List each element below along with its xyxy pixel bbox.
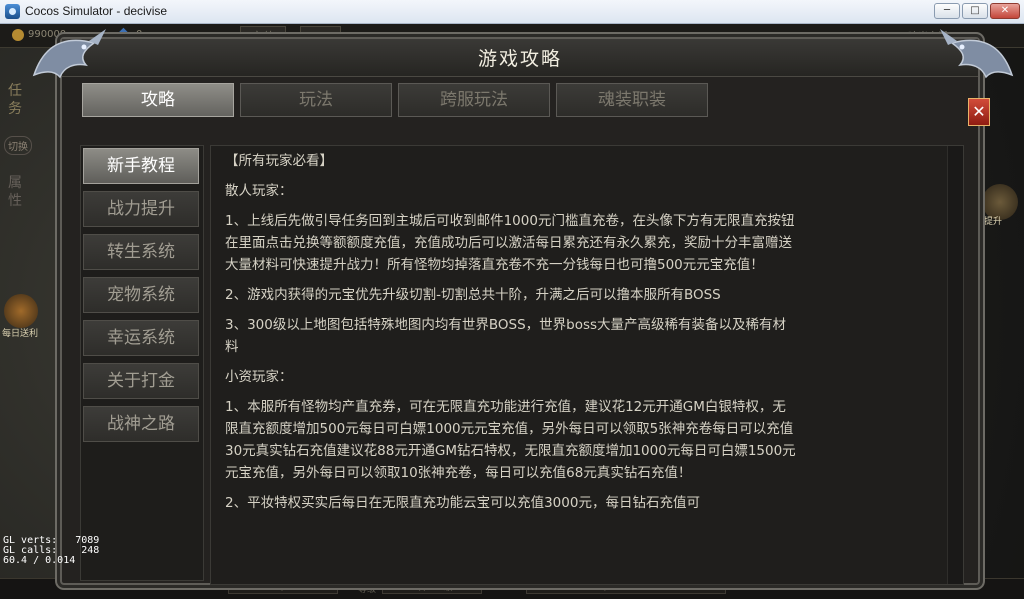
section-spender-title: 小资玩家：: [225, 369, 293, 385]
left-hud: 任务 切换 属性 每日送利: [0, 64, 40, 484]
tab-gameplay[interactable]: 玩法: [240, 83, 392, 117]
dialog-titlebar: 游戏攻略: [62, 39, 978, 77]
attributes-button[interactable]: 属性: [8, 174, 24, 210]
gold-coin-icon: [12, 29, 24, 41]
dragon-ornament-left-icon: [32, 29, 106, 79]
window-titlebar: Cocos Simulator - decivise ─ □ ✕: [0, 0, 1024, 24]
solo-tip-2: 2、游戏内获得的元宝优先升级切割-切割总共十阶，升满之后可以撸本服所有BOSS: [225, 287, 721, 303]
daily-gift-icon[interactable]: [4, 294, 38, 328]
content-scrollbar[interactable]: [947, 146, 963, 584]
daily-gift-label: 每日送利: [2, 329, 39, 339]
menu-item-power-up[interactable]: 战力提升: [83, 191, 199, 227]
dialog-close-button[interactable]: ✕: [968, 98, 990, 126]
menu-item-luck[interactable]: 幸运系统: [83, 320, 199, 356]
switch-button[interactable]: 切换: [4, 136, 32, 155]
menu-item-pet[interactable]: 宠物系统: [83, 277, 199, 313]
menu-item-war-god-road[interactable]: 战神之路: [83, 406, 199, 442]
gl-fps: 60.4 / 0.014: [3, 555, 76, 566]
guide-text: 【所有玩家必看】 散人玩家： 1、上线后先做引导任务回到主城后可收到邮件1000…: [225, 150, 797, 522]
spender-tip-1: 1、本服所有怪物均产直充券，可在无限直充功能进行充值，建议花12元开通GM白银特…: [225, 399, 796, 481]
tab-crossserver[interactable]: 跨服玩法: [398, 83, 550, 117]
section-solo-title: 散人玩家：: [225, 183, 293, 199]
dragon-ornament-right-icon: [940, 29, 1014, 79]
tab-strategy[interactable]: 攻略: [82, 83, 234, 117]
dialog-title: 游戏攻略: [477, 48, 562, 70]
menu-item-rebirth[interactable]: 转生系统: [83, 234, 199, 270]
right-hud: 提升: [982, 184, 1024, 244]
menu-item-gold-farming[interactable]: 关于打金: [83, 363, 199, 399]
gl-stats: GL verts: 7089 GL calls: 248 60.4 / 0.01…: [3, 536, 99, 566]
promote-label: 提升: [984, 217, 1003, 227]
menu-item-beginner-tutorial[interactable]: 新手教程: [83, 148, 199, 184]
guide-content-panel[interactable]: 【所有玩家必看】 散人玩家： 1、上线后先做引导任务回到主城后可收到邮件1000…: [210, 145, 964, 585]
solo-tip-3: 3、300级以上地图包括特殊地图内均有世界BOSS，世界boss大量产高级稀有装…: [225, 317, 787, 355]
guide-menu-panel: 新手教程 战力提升 转生系统 宠物系统 幸运系统 关于打金 战神之路: [80, 145, 204, 581]
content-header: 【所有玩家必看】: [225, 153, 333, 169]
simulator-window: Cocos Simulator - decivise ─ □ ✕ 990000 …: [0, 0, 1024, 599]
tab-soul-gear[interactable]: 魂装职装: [556, 83, 708, 117]
solo-tip-1: 1、上线后先做引导任务回到主城后可收到邮件1000元门槛直充卷，在头像下方有无限…: [225, 213, 795, 273]
quest-button[interactable]: 任务: [8, 82, 24, 118]
game-guide-dialog: 游戏攻略 ✕ 攻略 玩法 跨服玩法 魂装职装 新手教程 战力提升 转生系统 宠物…: [32, 29, 1014, 585]
cocos-app-icon: [5, 4, 20, 19]
spender-tip-2: 2、平妆特权买实后每日在无限直充功能云宝可以充值3000元，每日钻石充值可: [225, 495, 700, 511]
